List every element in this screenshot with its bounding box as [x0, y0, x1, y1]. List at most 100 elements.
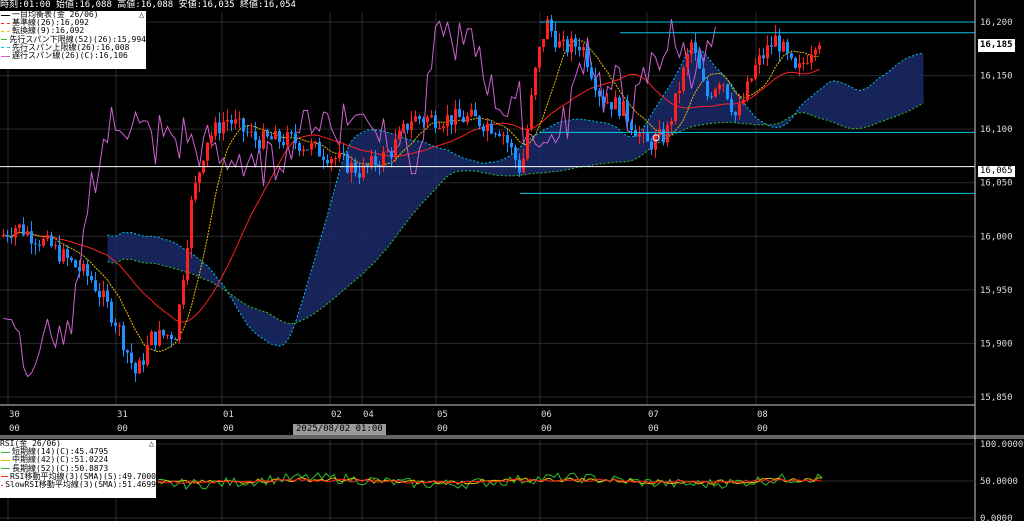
- candle-body: [250, 131, 253, 133]
- candle-body: [138, 360, 141, 374]
- candle-body: [98, 291, 101, 298]
- candle-body: [86, 263, 89, 277]
- candle-body: [198, 172, 201, 183]
- candle-body: [106, 290, 109, 302]
- candle-body: [282, 141, 285, 146]
- candle-body: [686, 54, 689, 68]
- price-tick-label: 16,050: [980, 179, 1013, 189]
- candle-body: [582, 47, 585, 51]
- candle-body: [26, 231, 29, 235]
- time-tick-day: 05: [437, 410, 448, 420]
- candle-body: [310, 143, 313, 150]
- candle-body: [634, 130, 637, 137]
- candle-body: [66, 249, 69, 258]
- candle-body: [602, 96, 605, 104]
- candle-body: [758, 55, 761, 65]
- candle-body: [698, 52, 701, 69]
- candle-body: [714, 89, 717, 97]
- candle-body: [342, 152, 345, 154]
- candle-body: [626, 101, 629, 122]
- candle-body: [126, 350, 129, 353]
- candle-body: [534, 67, 537, 96]
- candle-body: [278, 130, 281, 142]
- line-swatch-icon: [1, 476, 9, 478]
- candle-body: [82, 263, 85, 272]
- candle-body: [502, 135, 505, 137]
- candle-body: [710, 96, 713, 98]
- candle-body: [470, 109, 473, 116]
- time-tick-day: 07: [648, 410, 659, 420]
- candle-body: [654, 135, 657, 150]
- candle-body: [446, 115, 449, 127]
- candle-body: [590, 67, 593, 79]
- collapse-triangle-icon[interactable]: △: [149, 439, 154, 448]
- candle-body: [434, 115, 437, 129]
- price-tick-label: 16,200: [980, 18, 1013, 28]
- candle-body: [142, 360, 145, 365]
- time-tick-hour: 00: [648, 424, 659, 434]
- candle-body: [62, 249, 65, 262]
- collapse-triangle-icon[interactable]: △: [139, 10, 144, 19]
- close-label: 終値:16,054: [240, 0, 296, 10]
- time-tick-hour: 00: [117, 424, 128, 434]
- candle-body: [406, 123, 409, 130]
- candle-body: [294, 133, 297, 144]
- candle-body: [318, 141, 321, 157]
- candle-body: [510, 142, 513, 148]
- candle-body: [578, 46, 581, 51]
- candle-body: [550, 19, 553, 31]
- time-tick-hour: 00: [541, 424, 552, 434]
- candle-body: [482, 126, 485, 132]
- candle-body: [478, 116, 481, 127]
- time-tick-hour: 00: [9, 424, 20, 434]
- candle-body: [778, 35, 781, 52]
- candle-body: [454, 108, 457, 125]
- candle-body: [458, 108, 461, 118]
- candle-body: [226, 119, 229, 122]
- candle-body: [606, 102, 609, 104]
- candle-body: [322, 156, 325, 160]
- candle-body: [730, 98, 733, 112]
- candle-body: [394, 139, 397, 158]
- ichimoku-legend[interactable]: 一目均衡表(金 26/06) △ 基準線(26):16,092 転換線(9):1…: [0, 10, 146, 69]
- candle-body: [130, 352, 133, 364]
- candle-body: [518, 159, 521, 173]
- candle-body: [442, 126, 445, 129]
- time-tick-hour: 00: [223, 424, 234, 434]
- time-tick-hour: 00: [757, 424, 768, 434]
- candle-body: [146, 344, 149, 365]
- candle-body: [218, 122, 221, 134]
- candle-body: [38, 244, 41, 246]
- candle-body: [298, 143, 301, 152]
- candle-body: [690, 42, 693, 55]
- candle-body: [610, 102, 613, 110]
- candle-body: [594, 78, 597, 91]
- candle-body: [158, 329, 161, 346]
- candle-body: [230, 119, 233, 124]
- candle-body: [586, 47, 589, 68]
- candle-body: [190, 199, 193, 248]
- candle-body: [674, 93, 677, 122]
- rsi-legend[interactable]: RSI(金 26/06) △ 短期線(14)(C):45.4795 中期線(42…: [0, 439, 156, 498]
- candle-body: [762, 55, 765, 59]
- candle-body: [386, 151, 389, 153]
- candle-body: [490, 123, 493, 134]
- candle-body: [242, 118, 245, 132]
- candle-body: [262, 130, 265, 149]
- candle-body: [14, 228, 17, 238]
- candle-body: [338, 152, 341, 159]
- candle-body: [682, 67, 685, 91]
- candle-body: [570, 38, 573, 53]
- candle-body: [638, 133, 641, 137]
- candle-body: [450, 115, 453, 125]
- high-label: 高値:16,088: [117, 0, 174, 10]
- candle-body: [166, 334, 169, 336]
- candle-body: [10, 236, 13, 238]
- candle-body: [162, 329, 165, 336]
- candle-body: [210, 135, 213, 143]
- candle-body: [90, 276, 93, 281]
- candle-body: [734, 111, 737, 116]
- candle-body: [398, 130, 401, 140]
- candle-body: [650, 141, 653, 150]
- candle-body: [622, 101, 625, 116]
